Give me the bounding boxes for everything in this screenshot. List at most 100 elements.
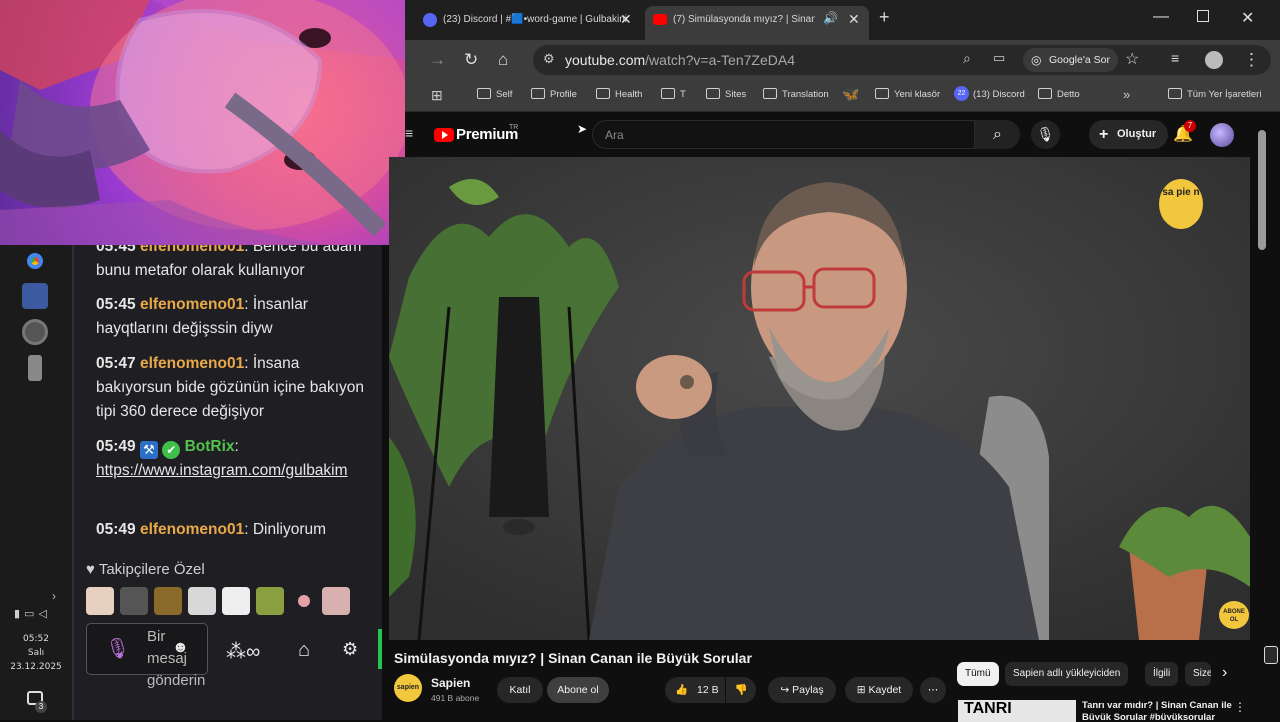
channel-avatar[interactable]: sapien bbox=[394, 674, 422, 702]
emote[interactable] bbox=[86, 587, 114, 615]
home-icon[interactable]: ⌂ bbox=[498, 50, 508, 70]
chrome-icon[interactable] bbox=[22, 248, 48, 274]
bookmark-discord[interactable]: 22 (13) Discord bbox=[954, 86, 1025, 101]
like-button[interactable]: 👍 12 B bbox=[665, 677, 725, 703]
chevron-right-icon[interactable]: › bbox=[1222, 664, 1227, 682]
join-button[interactable]: Katıl bbox=[497, 677, 543, 703]
emote[interactable] bbox=[322, 587, 350, 615]
more-bookmarks-icon[interactable]: » bbox=[1123, 87, 1130, 102]
discord-favicon-icon: 22 bbox=[954, 86, 969, 101]
account-avatar[interactable] bbox=[1210, 123, 1234, 147]
folder-icon bbox=[596, 88, 610, 99]
video-player[interactable]: sa pie n ABONE OL bbox=[389, 157, 1250, 640]
chat-username[interactable]: elfenomeno01 bbox=[140, 521, 244, 538]
voice-search-icon[interactable]: 🎙 bbox=[1031, 120, 1060, 149]
emote[interactable] bbox=[188, 587, 216, 615]
close-window-icon[interactable]: ✕ bbox=[1241, 8, 1254, 28]
chip-from-uploader[interactable]: Sapien adlı yükleyiciden bbox=[1005, 662, 1129, 686]
close-tab-icon[interactable]: ✕ bbox=[848, 11, 860, 28]
chat-username[interactable]: BotRix bbox=[185, 438, 235, 455]
all-bookmarks[interactable]: Tüm Yer İşaretleri bbox=[1168, 88, 1261, 100]
tray-time[interactable]: 05:52 bbox=[0, 632, 72, 646]
tray-day[interactable]: Salı bbox=[0, 646, 72, 660]
search-input[interactable]: Ara bbox=[592, 120, 975, 149]
media-icon[interactable]: ≡ bbox=[1171, 50, 1179, 66]
verified-badge-icon: ✔ bbox=[162, 441, 181, 459]
share-button[interactable]: ↪ Paylaş bbox=[768, 677, 836, 703]
emoji-icon[interactable]: ☻ bbox=[172, 639, 189, 657]
bluesky-icon[interactable]: 🦋 bbox=[842, 86, 859, 103]
audio-playing-icon[interactable]: 🔊 bbox=[823, 11, 838, 25]
hamburger-icon[interactable]: ≡ bbox=[405, 125, 413, 141]
folder-icon bbox=[1038, 88, 1052, 99]
scrollbar[interactable] bbox=[1258, 130, 1266, 250]
party-icon[interactable]: ⁂∞ bbox=[226, 639, 260, 664]
tab-discord[interactable]: (23) Discord | #🟦•word-game | Gulbakini bbox=[415, 6, 635, 34]
chat-message: 05:45 elfenomeno01: İnsanlar hayqtlarını… bbox=[96, 296, 308, 337]
menu-icon[interactable]: ⋮ bbox=[1243, 50, 1260, 70]
sidebar-panel-icon[interactable] bbox=[1264, 646, 1278, 664]
tray-icons[interactable]: ▮▭◁ bbox=[14, 607, 51, 620]
app-icon-red[interactable] bbox=[22, 319, 48, 345]
search-icon[interactable]: ⌕ bbox=[975, 120, 1020, 149]
bookmark-folder[interactable]: Yeni klasör bbox=[875, 88, 940, 100]
chat-username[interactable]: elfenomeno01 bbox=[140, 296, 244, 313]
recommended-thumbnail[interactable]: TANRI bbox=[958, 700, 1076, 722]
chat-panel: 05:45 elfenomeno01: Bence bu adam bunu m… bbox=[72, 238, 382, 720]
taskbar-left: › ▮▭◁ 05:52 Salı 23.12.2025 3 bbox=[0, 245, 72, 720]
forward-icon[interactable]: → bbox=[429, 50, 446, 70]
recommended-title[interactable]: Tanrı var mıdır? | Sinan Canan ile Büyük… bbox=[1082, 700, 1242, 720]
settings-icon[interactable]: ⚙ bbox=[342, 639, 358, 660]
reload-icon[interactable]: ↻ bbox=[464, 50, 478, 70]
apps-grid-icon[interactable]: ⊞ bbox=[431, 87, 443, 104]
chevron-right-icon[interactable]: › bbox=[52, 589, 56, 603]
chip-related[interactable]: İlgili bbox=[1145, 662, 1179, 686]
profile-avatar[interactable] bbox=[1205, 51, 1223, 69]
address-bar[interactable]: ⚙ youtube.com/watch?v=a-Ten7ZeDA4 ⌕ ▭ ◎ … bbox=[533, 45, 1271, 75]
youtube-logo-icon[interactable] bbox=[434, 128, 454, 142]
install-icon[interactable]: ▭ bbox=[993, 50, 1005, 66]
dislike-button[interactable]: 👎 bbox=[726, 677, 756, 703]
emote[interactable] bbox=[120, 587, 148, 615]
create-button[interactable]: + Oluştur bbox=[1089, 120, 1169, 149]
chat-input[interactable]: 🎙 Bir mesaj gönderin bbox=[86, 623, 208, 689]
save-button[interactable]: ⊞ Kaydet bbox=[845, 677, 913, 703]
store-icon[interactable]: ⌂ bbox=[298, 639, 310, 662]
bookmark-folder[interactable]: Profile bbox=[531, 88, 577, 100]
emote[interactable] bbox=[290, 587, 318, 615]
emote[interactable] bbox=[222, 587, 250, 615]
site-info-icon[interactable]: ⚙ bbox=[543, 51, 555, 67]
mic-icon[interactable]: 🎙 bbox=[105, 636, 130, 661]
bookmark-star-icon[interactable]: ☆ bbox=[1125, 49, 1139, 69]
channel-name[interactable]: Sapien bbox=[431, 676, 470, 690]
emote[interactable] bbox=[154, 587, 182, 615]
more-actions-button[interactable]: ⋯ bbox=[920, 677, 946, 703]
folder-icon bbox=[531, 88, 545, 99]
chat-username[interactable]: elfenomeno01 bbox=[140, 355, 244, 372]
bookmark-folder[interactable]: Sites bbox=[706, 88, 746, 100]
google-lens-button[interactable]: ◎ Google'a Sor bbox=[1023, 48, 1118, 72]
emote[interactable] bbox=[256, 587, 284, 615]
maximize-icon[interactable] bbox=[1197, 10, 1209, 22]
tray-date[interactable]: 23.12.2025 bbox=[0, 660, 72, 674]
chip-all[interactable]: Tümü bbox=[957, 662, 999, 686]
save-icon: ⊞ bbox=[856, 684, 866, 696]
chat-link[interactable]: https://www.instagram.com/gulbakim bbox=[96, 462, 348, 479]
more-icon[interactable]: ⋮ bbox=[1234, 700, 1246, 714]
new-tab-icon[interactable]: + bbox=[879, 7, 890, 28]
subscribe-button[interactable]: Abone ol bbox=[547, 677, 609, 703]
minimize-icon[interactable]: — bbox=[1153, 8, 1169, 26]
bookmark-folder[interactable]: Translation bbox=[763, 88, 829, 100]
bookmark-folder[interactable]: T bbox=[661, 88, 686, 100]
video-title: Simülasyonda mıyız? | Sinan Canan ile Bü… bbox=[394, 650, 752, 666]
bookmark-folder[interactable]: Self bbox=[477, 88, 512, 100]
chip-for-you[interactable]: Size bbox=[1185, 662, 1211, 686]
chat-message: 05:49 ⚒ ✔ BotRix: https://www.instagram.… bbox=[96, 438, 348, 479]
bookmark-folder[interactable]: Health bbox=[596, 88, 642, 100]
close-tab-icon[interactable]: ✕ bbox=[620, 11, 632, 28]
bookmark-folder[interactable]: Detto bbox=[1038, 88, 1080, 100]
trash-icon[interactable] bbox=[28, 355, 42, 381]
app-icon[interactable] bbox=[22, 283, 48, 309]
zoom-icon[interactable]: ⌕ bbox=[963, 50, 971, 67]
subscribe-watermark[interactable]: ABONE OL bbox=[1219, 601, 1249, 629]
